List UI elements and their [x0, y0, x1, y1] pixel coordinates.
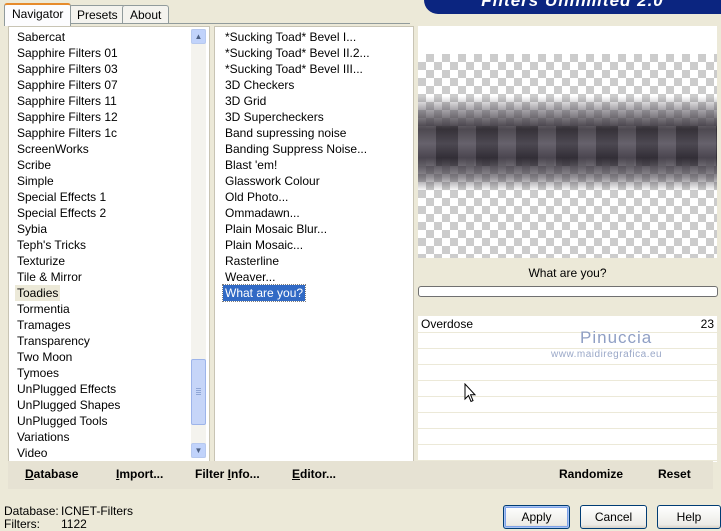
parameter-row: [418, 444, 717, 461]
parameter-list: Overdose 23: [418, 316, 717, 462]
database-accel: D: [25, 467, 34, 481]
scroll-thumb[interactable]: [191, 359, 206, 425]
category-item[interactable]: Tramages: [15, 317, 73, 333]
filter-info-button[interactable]: Filter Info...: [195, 467, 260, 481]
filter-item[interactable]: Ommadawn...: [223, 205, 302, 221]
filter-item[interactable]: Glasswork Colour: [223, 173, 322, 189]
filter-item[interactable]: Banding Suppress Noise...: [223, 141, 369, 157]
category-item[interactable]: Transparency: [15, 333, 92, 349]
category-item[interactable]: Sapphire Filters 12: [15, 109, 120, 125]
filter-item[interactable]: Band supressing noise: [223, 125, 348, 141]
parameter-name: Overdose: [421, 317, 474, 331]
app-banner: Filters Unlimited 2.0: [424, 0, 721, 14]
apply-button[interactable]: Apply: [503, 505, 570, 529]
randomize-button[interactable]: Randomize: [559, 467, 623, 481]
filter-item[interactable]: 3D Supercheckers: [223, 109, 326, 125]
filter-item[interactable]: What are you?: [221, 284, 307, 302]
category-item[interactable]: Tormentia: [15, 301, 72, 317]
filter-preview: [418, 26, 717, 258]
category-item[interactable]: Scribe: [15, 157, 53, 173]
filters-status: Filters: 1122: [4, 517, 87, 531]
filter-item[interactable]: *Sucking Toad* Bevel III...: [223, 61, 365, 77]
category-item[interactable]: Sapphire Filters 03: [15, 61, 120, 77]
watermark-title: Pinuccia: [580, 328, 653, 347]
tab-about[interactable]: About: [122, 5, 170, 24]
filter-item[interactable]: *Sucking Toad* Bevel II.2...: [223, 45, 372, 61]
filter-item[interactable]: Old Photo...: [223, 189, 290, 205]
database-button[interactable]: Database: [25, 467, 78, 481]
filter-info-prefix: Filter: [195, 467, 228, 481]
filter-item[interactable]: Blast 'em!: [223, 157, 279, 173]
category-item[interactable]: Special Effects 1: [15, 189, 108, 205]
category-item[interactable]: Special Effects 2: [15, 205, 108, 221]
category-item[interactable]: Sybia: [15, 221, 49, 237]
category-item[interactable]: UnPlugged Tools: [15, 413, 110, 429]
filters-status-value: 1122: [61, 517, 87, 531]
editor-accel: E: [292, 467, 301, 481]
category-item[interactable]: Toadies: [15, 285, 61, 301]
category-item[interactable]: UnPlugged Shapes: [15, 397, 122, 413]
scroll-up-button[interactable]: ▲: [191, 29, 206, 44]
tab-presets[interactable]: Presets: [69, 5, 126, 24]
filter-item[interactable]: 3D Grid: [223, 93, 268, 109]
filter-item[interactable]: *Sucking Toad* Bevel I...: [223, 29, 358, 45]
progress-bar: [418, 286, 718, 297]
parameter-row: Overdose 23: [418, 316, 717, 333]
category-list[interactable]: ▲ ▼ Sabercat Sapphire Filters 01 Sapphire …: [8, 26, 210, 462]
category-scrollbar[interactable]: ▲ ▼: [191, 29, 206, 458]
scroll-down-button[interactable]: ▼: [191, 443, 206, 458]
category-item[interactable]: Texturize: [15, 253, 67, 269]
parameter-row: [418, 412, 717, 429]
preview-texture: [418, 126, 717, 166]
category-item[interactable]: ScreenWorks: [15, 141, 91, 157]
filter-item[interactable]: 3D Checkers: [223, 77, 296, 93]
category-item[interactable]: Video: [15, 445, 49, 461]
category-item[interactable]: Variations: [15, 429, 71, 445]
database-status-value: ICNET-Filters: [61, 504, 133, 518]
database-label: atabase: [33, 467, 79, 481]
category-item[interactable]: Sapphire Filters 01: [15, 45, 120, 61]
database-status-label: Database:: [4, 504, 59, 518]
filter-item[interactable]: Plain Mosaic Blur...: [223, 221, 329, 237]
editor-button[interactable]: Editor...: [292, 467, 336, 481]
database-status: Database: ICNET-Filters: [4, 504, 133, 518]
chevron-down-icon: ▼: [194, 446, 203, 455]
parameter-row: [418, 380, 717, 397]
category-item[interactable]: Tymoes: [15, 365, 61, 381]
parameter-row: [418, 364, 717, 381]
editor-label: ditor...: [300, 467, 337, 481]
category-item[interactable]: Tile & Mirror: [15, 269, 84, 285]
parameter-row: [418, 332, 717, 349]
cancel-button[interactable]: Cancel: [580, 505, 647, 529]
category-item[interactable]: Sapphire Filters 11: [15, 93, 119, 109]
category-item[interactable]: Sapphire Filters 07: [15, 77, 120, 93]
filter-item[interactable]: Plain Mosaic...: [223, 237, 305, 253]
parameter-row: [418, 396, 717, 413]
reset-button[interactable]: Reset: [658, 467, 691, 481]
grip-icon: [196, 388, 201, 396]
filter-item[interactable]: Weaver...: [223, 269, 277, 285]
filters-status-label: Filters:: [4, 517, 40, 531]
banner-title: Filters Unlimited 2.0: [481, 0, 664, 10]
help-button[interactable]: Help: [657, 505, 721, 529]
category-item[interactable]: Two Moon: [15, 349, 74, 365]
bottom-toolbar: Database Import... Filter Info... Editor…: [8, 461, 713, 489]
import-label: mport...: [119, 467, 164, 481]
category-item[interactable]: Sapphire Filters 1c: [15, 125, 119, 141]
category-item[interactable]: UnPlugged Effects: [15, 381, 118, 397]
watermark-url: www.maidiregrafica.eu: [551, 349, 663, 360]
filter-list[interactable]: *Sucking Toad* Bevel I... *Sucking Toad* …: [214, 26, 414, 462]
filter-item[interactable]: Rasterline: [223, 253, 281, 269]
preview-caption: What are you?: [528, 266, 607, 280]
parameter-row: [418, 428, 717, 445]
mouse-pointer-icon: [464, 383, 476, 403]
category-item[interactable]: Teph's Tricks: [15, 237, 88, 253]
category-item[interactable]: Simple: [15, 173, 56, 189]
category-item[interactable]: Sabercat: [15, 29, 67, 45]
parameter-value[interactable]: 23: [701, 317, 714, 331]
chevron-up-icon: ▲: [194, 32, 203, 41]
filter-info-label: nfo...: [231, 467, 260, 481]
import-button[interactable]: Import...: [116, 467, 163, 481]
tab-navigator[interactable]: Navigator: [4, 3, 72, 26]
